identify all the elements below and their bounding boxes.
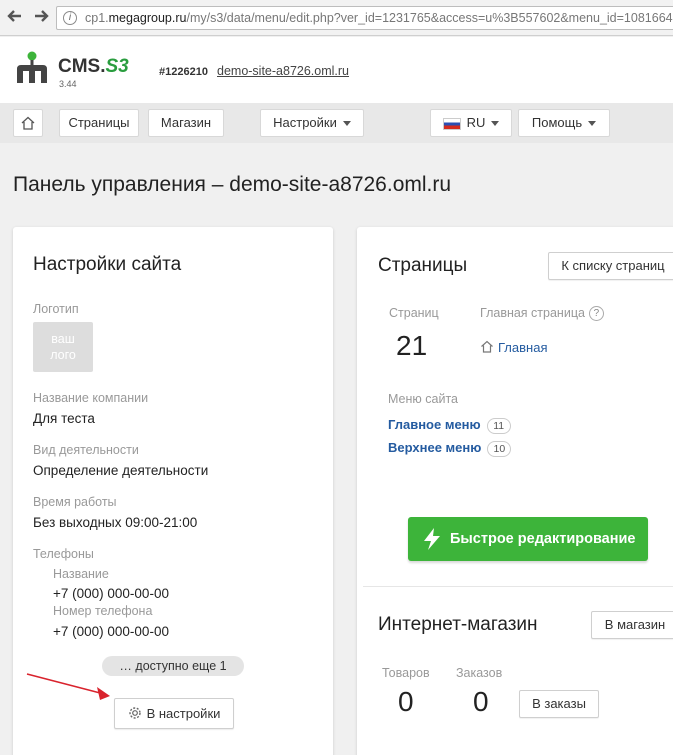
cms-logo-text: CMS.S3	[58, 56, 129, 77]
phone-number-value: +7 (000) 000-00-00	[53, 624, 169, 639]
pages-shop-card: Страницы К списку страниц Страниц 21 Гла…	[357, 227, 673, 755]
orders-label: Заказов	[456, 666, 503, 680]
chevron-down-icon	[588, 121, 597, 127]
more-phones-pill[interactable]: … доступно еще 1	[102, 656, 244, 676]
hours-label: Время работы	[33, 495, 117, 509]
goods-label: Товаров	[382, 666, 430, 680]
forward-arrow-icon[interactable]	[30, 7, 52, 29]
company-label: Название компании	[33, 391, 149, 405]
activity-label: Вид деятельности	[33, 443, 139, 457]
cms-logo-icon	[17, 51, 47, 83]
pages-button[interactable]: Страницы	[59, 109, 139, 137]
page-title: Панель управления – demo-site-a8726.oml.…	[13, 173, 452, 196]
go-to-shop-button[interactable]: В магазин	[591, 611, 673, 639]
url-prefix: cp1.	[85, 11, 109, 25]
phone-name-value: +7 (000) 000-00-00	[53, 586, 169, 601]
phones-label: Телефоны	[33, 547, 94, 561]
logo-label: Логотип	[33, 302, 79, 316]
pages-title: Страницы	[378, 255, 468, 276]
main-toolbar: Страницы Магазин Настройки RU Помощь	[0, 103, 673, 143]
site-settings-title: Настройки сайта	[33, 254, 182, 275]
language-select[interactable]: RU	[430, 109, 512, 137]
address-bar[interactable]: i cp1.megagroup.ru/my/s3/data/menu/edit.…	[56, 6, 673, 30]
cms-version: 3.44	[59, 79, 77, 89]
section-divider	[363, 586, 673, 587]
go-to-settings-button[interactable]: В настройки	[114, 698, 234, 729]
question-icon[interactable]: ?	[588, 306, 604, 322]
url-path: /my/s3/data/menu/edit.php?ver_id=1231765…	[186, 11, 673, 25]
url-host: megagroup.ru	[108, 11, 187, 25]
top-menu-link[interactable]: Верхнее меню 10	[388, 440, 512, 457]
home-page-label: Главная страница?	[480, 306, 604, 322]
home-page-link[interactable]: Главная	[480, 340, 547, 355]
home-icon	[21, 116, 35, 130]
home-icon	[481, 340, 493, 353]
site-id: #1226210	[159, 66, 208, 78]
cms-header: CMS.S3 3.44 #1226210 demo-site-a8726.oml…	[0, 37, 673, 103]
goods-value: 0	[398, 686, 414, 717]
gear-icon	[128, 707, 141, 719]
chevron-down-icon	[491, 121, 500, 127]
site-settings-card: Настройки сайта Логотип ваш лого Названи…	[13, 227, 333, 755]
russia-flag-icon	[442, 117, 461, 130]
go-to-orders-button[interactable]: В заказы	[519, 690, 599, 718]
phone-name-label: Название	[53, 567, 109, 581]
chevron-down-icon	[342, 121, 351, 127]
company-value: Для теста	[33, 411, 95, 426]
top-menu-count: 10	[487, 441, 512, 457]
shop-button[interactable]: Магазин	[148, 109, 224, 137]
pages-list-button[interactable]: К списку страниц	[548, 252, 673, 280]
main-menu-count: 11	[486, 418, 511, 434]
site-menu-label: Меню сайта	[388, 392, 458, 406]
browser-toolbar: i cp1.megagroup.ru/my/s3/data/menu/edit.…	[0, 0, 673, 36]
logo-placeholder-line: лого	[50, 348, 76, 362]
logo-placeholder-line: ваш	[51, 332, 75, 346]
shop-title: Интернет-магазин	[378, 614, 538, 635]
pages-count-label: Страниц	[389, 306, 439, 320]
quick-edit-button[interactable]: Быстрое редактирование	[408, 517, 648, 561]
info-icon[interactable]: i	[63, 11, 77, 25]
orders-value: 0	[473, 686, 489, 717]
phone-number-label: Номер телефона	[53, 604, 153, 618]
help-menu-button[interactable]: Помощь	[518, 109, 610, 137]
activity-value: Определение деятельности	[33, 463, 209, 478]
logo-placeholder[interactable]: ваш лого	[33, 322, 93, 372]
settings-menu-button[interactable]: Настройки	[260, 109, 364, 137]
back-arrow-icon[interactable]	[4, 7, 26, 29]
main-menu-link[interactable]: Главное меню 11	[388, 417, 511, 434]
lightning-icon	[424, 528, 440, 550]
pages-count-value: 21	[396, 330, 428, 361]
site-link[interactable]: demo-site-a8726.oml.ru	[217, 64, 349, 78]
home-button[interactable]	[13, 109, 43, 137]
hours-value: Без выходных 09:00-21:00	[33, 515, 198, 530]
